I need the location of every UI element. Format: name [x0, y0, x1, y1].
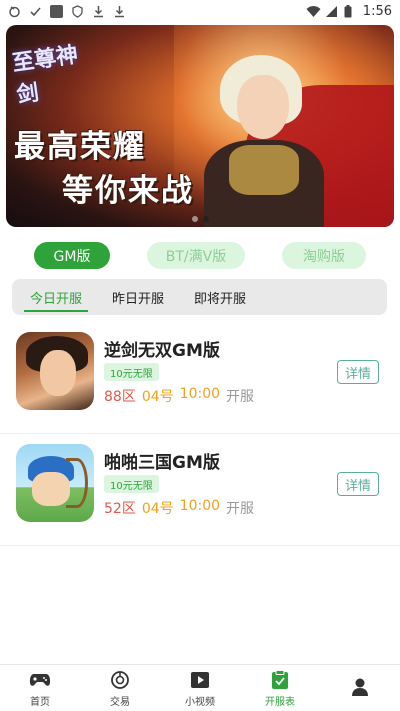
- download-icon: [113, 5, 126, 18]
- banner-slogan-line1: 最高荣耀: [14, 129, 146, 165]
- server-date: 04号: [141, 389, 174, 405]
- server-date: 04号: [141, 501, 174, 517]
- check-icon: [29, 5, 42, 18]
- user-icon: [349, 676, 371, 698]
- server-status: 开服: [226, 501, 255, 517]
- game-tag-badge: 10元无限: [104, 363, 159, 381]
- banner-pager-dot-active[interactable]: [202, 216, 209, 222]
- banner-pager-dot[interactable]: [191, 216, 198, 222]
- details-button[interactable]: 详情: [337, 472, 379, 496]
- nav-item-server-list[interactable]: 开服表: [240, 665, 320, 711]
- app-square-icon: [50, 4, 63, 18]
- clipboard-check-icon: [269, 669, 291, 691]
- battery-icon: [344, 4, 357, 18]
- nav-item-trade[interactable]: 交易: [80, 665, 160, 711]
- game-icon-bow: [66, 458, 88, 508]
- game-icon-image[interactable]: [16, 332, 94, 410]
- tab-bt-version[interactable]: BT/满V版: [147, 242, 245, 269]
- banner-pager: [6, 216, 394, 222]
- tab-gm-version[interactable]: GM版: [34, 242, 110, 269]
- server-time: 10:00: [179, 498, 221, 514]
- banner-hero-armor: [229, 145, 299, 195]
- wifi-icon: [306, 5, 321, 18]
- nav-item-home[interactable]: 首页: [0, 665, 80, 711]
- list-item[interactable]: 逆剑无双GM版 10元无限 88区 04号 10:00 开服 详情: [0, 322, 400, 434]
- nav-label-trade: 交易: [110, 696, 130, 708]
- server-zone: 52区: [104, 501, 136, 517]
- game-name: 啪啪三国GM版: [104, 453, 220, 473]
- promo-banner[interactable]: 至尊神剑 最高荣耀 等你来战: [6, 25, 394, 227]
- status-time: 1:56: [362, 3, 392, 19]
- server-open-info: 88区 04号 10:00 开服: [104, 386, 254, 406]
- trade-icon: [109, 669, 131, 691]
- version-tabs: GM版 BT/满V版 淘购版: [0, 242, 400, 270]
- shield-icon: [71, 4, 84, 18]
- server-status: 开服: [226, 389, 255, 405]
- game-name: 逆剑无双GM版: [104, 341, 220, 361]
- banner-hero-face: [237, 75, 289, 139]
- game-icon-face: [32, 472, 70, 506]
- list-item[interactable]: 啪啪三国GM版 10元无限 52区 04号 10:00 开服 详情: [0, 434, 400, 546]
- signal-icon: [325, 5, 338, 18]
- game-icon-face: [40, 350, 76, 396]
- game-tag-badge: 10元无限: [104, 475, 159, 493]
- details-button[interactable]: 详情: [337, 360, 379, 384]
- status-bar: 1:56: [0, 0, 400, 22]
- download-icon: [92, 5, 105, 18]
- nav-item-profile[interactable]: [320, 665, 400, 711]
- gamepad-icon: [29, 669, 51, 691]
- tab-yesterday-open[interactable]: 昨日开服: [106, 285, 170, 309]
- nav-label-home: 首页: [30, 696, 50, 708]
- server-zone: 88区: [104, 389, 136, 405]
- nav-label-server-list: 开服表: [265, 696, 295, 708]
- nav-item-short-video[interactable]: 小视频: [160, 665, 240, 711]
- bottom-nav: 首页 交易 小视频 开服表: [0, 664, 400, 711]
- server-open-info: 52区 04号 10:00 开服: [104, 498, 254, 518]
- tab-upcoming-open[interactable]: 即将开服: [188, 285, 252, 309]
- nav-label-short-video: 小视频: [185, 696, 215, 708]
- server-time: 10:00: [179, 386, 221, 402]
- game-icon-image[interactable]: [16, 444, 94, 522]
- banner-slogan-line2: 等你来战: [62, 173, 194, 209]
- video-icon: [189, 669, 211, 691]
- app-notification-icon: [8, 5, 21, 18]
- game-logo: 至尊神剑: [10, 41, 80, 109]
- status-bar-notifications: [8, 4, 126, 18]
- tab-today-open[interactable]: 今日开服: [24, 285, 89, 312]
- day-tabs: 今日开服 昨日开服 即将开服: [12, 279, 387, 315]
- tab-taogou-version[interactable]: 淘购版: [282, 242, 366, 269]
